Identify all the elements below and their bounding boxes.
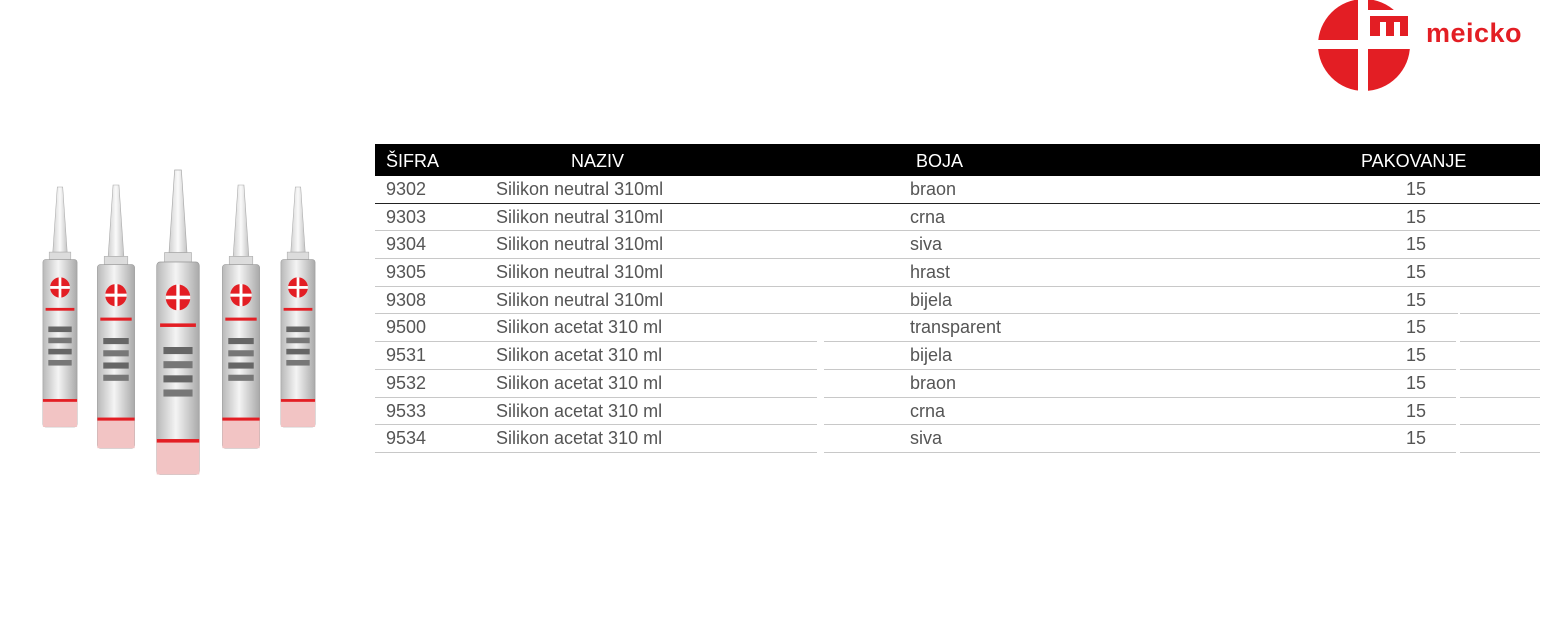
table-body: 9302 Silikon neutral 310ml braon 15 9303 Sili… <box>375 176 1540 453</box>
cell-code: 9532 <box>386 372 427 393</box>
table-row: 9302 Silikon neutral 310ml braon 15 <box>375 176 1540 204</box>
table-row: 9532 Silikon acetat 310 ml braon 15 <box>375 370 1540 398</box>
cell-pack: 15 <box>1405 234 1427 255</box>
header-code: ŠIFRA <box>386 151 440 171</box>
cell-code: 9500 <box>386 317 427 338</box>
header-pack: PAKOVANJE <box>1361 151 1467 171</box>
cell-pack: 15 <box>1405 289 1427 310</box>
cell-color: siva <box>910 428 943 449</box>
table-row: 9531 Silikon acetat 310 ml bijela 15 <box>375 342 1540 370</box>
cell-code: 9303 <box>386 206 427 227</box>
cell-color: crna <box>910 206 946 227</box>
cell-name: Silikon neutral 310ml <box>496 262 664 283</box>
cell-color: braon <box>910 372 957 393</box>
meicko-logo-mark <box>1314 0 1414 92</box>
product-table: ŠIFRA NAZIV BOJA PAKOVANJE 9302 Silikon n… <box>375 144 1540 453</box>
cell-name: Silikon neutral 310ml <box>496 179 664 199</box>
cell-color: crna <box>910 400 946 421</box>
cell-name: Silikon neutral 310ml <box>496 206 664 227</box>
cell-name: Silikon acetat 310 ml <box>496 317 663 338</box>
cell-name: Silikon neutral 310ml <box>496 234 664 255</box>
cell-pack: 15 <box>1405 262 1427 283</box>
cell-code: 9305 <box>386 262 427 283</box>
cell-color: transparent <box>910 317 1002 338</box>
table-row: 9500 Silikon acetat 310 ml transparent 15 <box>375 314 1540 343</box>
cell-pack: 15 <box>1405 400 1427 421</box>
table-row: 9303 Silikon neutral 310ml crna 15 <box>375 204 1540 232</box>
cell-code: 9534 <box>386 428 427 449</box>
cell-code: 9304 <box>386 234 427 255</box>
cell-pack: 15 <box>1405 428 1427 449</box>
table-row: 9305 Silikon neutral 310ml hrast 15 <box>375 259 1540 287</box>
cell-pack: 15 <box>1405 345 1427 366</box>
cell-pack: 15 <box>1405 372 1427 393</box>
cell-name: Silikon acetat 310 ml <box>496 428 663 449</box>
cell-code: 9302 <box>386 179 427 199</box>
cell-color: bijela <box>910 345 953 366</box>
cell-name: Silikon neutral 310ml <box>496 289 664 310</box>
cell-color: hrast <box>910 262 951 283</box>
cell-code: 9533 <box>386 400 427 421</box>
cell-pack: 15 <box>1405 179 1427 199</box>
cell-name: Silikon acetat 310 ml <box>496 400 663 421</box>
cell-code: 9308 <box>386 289 427 310</box>
row-divider <box>824 451 1456 453</box>
cell-name: Silikon acetat 310 ml <box>496 345 663 366</box>
silicone-cartridges-image <box>42 169 316 476</box>
table-header: ŠIFRA NAZIV BOJA PAKOVANJE <box>375 144 1540 176</box>
table-row: 9308 Silikon neutral 310ml bijela 15 <box>375 287 1540 315</box>
cell-name: Silikon acetat 310 ml <box>496 372 663 393</box>
row-divider <box>375 451 817 453</box>
table-row: 9533 Silikon acetat 310 ml crna 15 <box>375 398 1540 426</box>
header-name: NAZIV <box>571 151 625 171</box>
logo-wordmark: meicko <box>1426 18 1523 48</box>
cell-color: bijela <box>910 289 953 310</box>
cell-color: braon <box>910 179 957 199</box>
header-color: BOJA <box>916 151 964 171</box>
cell-color: siva <box>910 234 943 255</box>
cell-code: 9531 <box>386 345 427 366</box>
meicko-logo: meicko <box>1314 0 1534 92</box>
cell-pack: 15 <box>1405 317 1427 338</box>
table-row: 9534 Silikon acetat 310 ml siva 15 <box>375 425 1540 453</box>
row-divider <box>1460 451 1540 453</box>
table-row: 9304 Silikon neutral 310ml siva 15 <box>375 231 1540 260</box>
cell-pack: 15 <box>1405 206 1427 227</box>
